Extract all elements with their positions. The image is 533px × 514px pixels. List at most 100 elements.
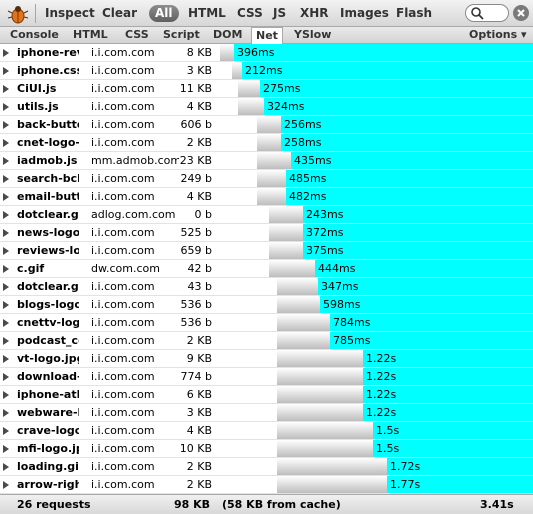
- expand-arrow-icon[interactable]: [3, 427, 9, 435]
- filter-all-button[interactable]: All: [149, 5, 179, 22]
- request-domain: i.i.com.com: [91, 352, 155, 365]
- expand-arrow-icon[interactable]: [3, 373, 9, 381]
- request-row[interactable]: podcast_ce i.i.com.com 2 KB 785ms: [0, 332, 533, 350]
- timeline-wait-bar: [269, 206, 303, 223]
- request-domain: i.i.com.com: [91, 100, 155, 113]
- filter-css-button[interactable]: CSS: [237, 0, 263, 27]
- expand-arrow-icon[interactable]: [3, 445, 9, 453]
- request-row[interactable]: search-bck i.i.com.com 249 b 485ms: [0, 170, 533, 188]
- close-button[interactable]: [513, 5, 529, 21]
- request-size: 10 KB: [179, 442, 212, 455]
- filter-flash-button[interactable]: Flash: [396, 0, 432, 27]
- request-row[interactable]: iadmob.js mm.admob.com 23 KB 435ms: [0, 152, 533, 170]
- tab-css[interactable]: CSS: [125, 27, 149, 43]
- search-input[interactable]: [465, 4, 509, 22]
- request-row[interactable]: vt-logo.jpg i.i.com.com 9 KB 1.22s: [0, 350, 533, 368]
- request-row[interactable]: crave-logo i.i.com.com 4 KB 1.5s: [0, 422, 533, 440]
- expand-arrow-icon[interactable]: [3, 193, 9, 201]
- expand-arrow-icon[interactable]: [3, 319, 9, 327]
- request-file-name: loading.gif: [17, 460, 79, 473]
- request-time: 1.22s: [366, 370, 397, 383]
- toolbar-divider: [35, 4, 36, 23]
- request-row[interactable]: news-logo. i.i.com.com 525 b 372ms: [0, 224, 533, 242]
- firebug-icon[interactable]: [7, 4, 29, 24]
- request-row[interactable]: iphone.css i.i.com.com 3 KB 212ms: [0, 62, 533, 80]
- request-count: 26 requests: [17, 498, 91, 511]
- expand-arrow-icon[interactable]: [3, 139, 9, 147]
- request-row[interactable]: blogs-logo i.i.com.com 536 b 598ms: [0, 296, 533, 314]
- tab-html[interactable]: HTML: [73, 27, 108, 43]
- tab-script[interactable]: Script: [163, 27, 200, 43]
- options-menu[interactable]: Options ▾: [469, 27, 527, 43]
- inspect-button[interactable]: Inspect: [45, 0, 95, 27]
- expand-arrow-icon[interactable]: [3, 211, 9, 219]
- request-row[interactable]: mfi-logo.jp i.i.com.com 10 KB 1.5s: [0, 440, 533, 458]
- request-row[interactable]: iphone-atla i.i.com.com 6 KB 1.22s: [0, 386, 533, 404]
- tab-console[interactable]: Console: [10, 27, 59, 43]
- expand-arrow-icon[interactable]: [3, 49, 9, 57]
- request-domain: adlog.com.com: [91, 208, 176, 221]
- request-time: 275ms: [263, 82, 301, 95]
- request-row[interactable]: utils.js i.i.com.com 4 KB 324ms: [0, 98, 533, 116]
- request-row[interactable]: cnettv-logo i.i.com.com 536 b 784ms: [0, 314, 533, 332]
- expand-arrow-icon[interactable]: [3, 391, 9, 399]
- expand-arrow-icon[interactable]: [3, 283, 9, 291]
- expand-arrow-icon[interactable]: [3, 337, 9, 345]
- request-row[interactable]: dotclear.gif adlog.com.com 0 b 243ms: [0, 206, 533, 224]
- timeline-wait-bar: [277, 296, 320, 313]
- request-file-name: news-logo.: [17, 226, 79, 239]
- filter-xhr-button[interactable]: XHR: [300, 0, 329, 27]
- request-row[interactable]: c.gif dw.com.com 42 b 444ms: [0, 260, 533, 278]
- request-size: 4 KB: [186, 100, 212, 113]
- request-row[interactable]: CiUI.js i.i.com.com 11 KB 275ms: [0, 80, 533, 98]
- tab-net[interactable]: Net: [251, 27, 283, 44]
- tab-yslow[interactable]: YSlow: [294, 27, 331, 43]
- request-domain: i.i.com.com: [91, 316, 155, 329]
- request-row[interactable]: reviews-lo i.i.com.com 659 b 375ms: [0, 242, 533, 260]
- request-row[interactable]: back-butto i.i.com.com 606 b 256ms: [0, 116, 533, 134]
- expand-arrow-icon[interactable]: [3, 229, 9, 237]
- request-row[interactable]: iphone-rev i.i.com.com 8 KB 396ms: [0, 44, 533, 62]
- net-summary-bar: 26 requests 98 KB (58 KB from cache) 3.4…: [0, 494, 533, 514]
- expand-arrow-icon[interactable]: [3, 409, 9, 417]
- expand-arrow-icon[interactable]: [3, 157, 9, 165]
- timeline-wait-bar: [257, 152, 291, 169]
- expand-arrow-icon[interactable]: [3, 355, 9, 363]
- expand-arrow-icon[interactable]: [3, 67, 9, 75]
- request-row[interactable]: arrow-righ i.i.com.com 2 KB 1.77s: [0, 476, 533, 494]
- request-size: 2 KB: [186, 478, 212, 491]
- request-size: 606 b: [180, 118, 212, 131]
- request-file-name: utils.js: [17, 100, 59, 113]
- expand-arrow-icon[interactable]: [3, 265, 9, 273]
- request-row[interactable]: email-butt i.i.com.com 4 KB 482ms: [0, 188, 533, 206]
- request-row[interactable]: cnet-logo-i.i.com.com 2 KB 258ms: [0, 134, 533, 152]
- request-time: 1.5s: [376, 424, 400, 437]
- expand-arrow-icon[interactable]: [3, 247, 9, 255]
- tab-dom[interactable]: DOM: [213, 27, 242, 43]
- filter-html-button[interactable]: HTML: [188, 0, 226, 27]
- clear-button[interactable]: Clear: [102, 0, 137, 27]
- request-size: 774 b: [180, 370, 212, 383]
- request-time: 256ms: [284, 118, 322, 131]
- request-row[interactable]: download-i.i.com.com 774 b 1.22s: [0, 368, 533, 386]
- request-time: 1.22s: [366, 406, 397, 419]
- request-row[interactable]: dotclear.gif i.i.com.com 43 b 347ms: [0, 278, 533, 296]
- expand-arrow-icon[interactable]: [3, 301, 9, 309]
- request-time: 258ms: [284, 136, 322, 149]
- request-row[interactable]: loading.gif i.i.com.com 2 KB 1.72s: [0, 458, 533, 476]
- expand-arrow-icon[interactable]: [3, 85, 9, 93]
- request-time: 347ms: [321, 280, 359, 293]
- request-time: 243ms: [306, 208, 344, 221]
- request-row[interactable]: webware-lo i.i.com.com 3 KB 1.22s: [0, 404, 533, 422]
- expand-arrow-icon[interactable]: [3, 463, 9, 471]
- expand-arrow-icon[interactable]: [3, 121, 9, 129]
- expand-arrow-icon[interactable]: [3, 481, 9, 489]
- cache-size: (58 KB from cache): [222, 498, 341, 511]
- timeline-wait-bar: [277, 476, 387, 493]
- request-size: 9 KB: [186, 352, 212, 365]
- filter-images-button[interactable]: Images: [340, 0, 389, 27]
- request-size: 3 KB: [186, 64, 212, 77]
- filter-js-button[interactable]: JS: [273, 0, 286, 27]
- expand-arrow-icon[interactable]: [3, 175, 9, 183]
- expand-arrow-icon[interactable]: [3, 103, 9, 111]
